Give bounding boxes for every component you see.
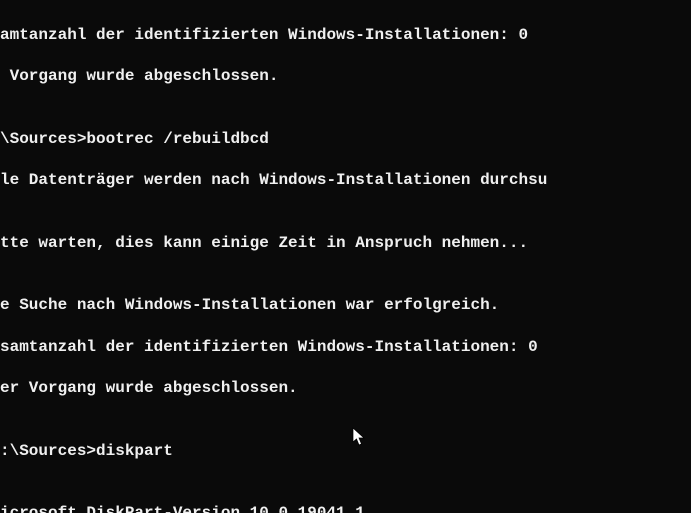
output-line: le Datenträger werden nach Windows-Insta… xyxy=(0,170,689,191)
prompt-line: :\Sources>diskpart xyxy=(0,441,689,462)
output-line: e Suche nach Windows-Installationen war … xyxy=(0,295,689,316)
prompt-line: \Sources>bootrec /rebuildbcd xyxy=(0,129,689,150)
output-line: er Vorgang wurde abgeschlossen. xyxy=(0,378,689,399)
output-line: samtanzahl der identifizierten Windows-I… xyxy=(0,337,689,358)
output-line: icrosoft DiskPart-Version 10.0.19041.1 xyxy=(0,503,689,513)
output-line: amtanzahl der identifizierten Windows-In… xyxy=(0,25,689,46)
output-line: Vorgang wurde abgeschlossen. xyxy=(0,66,689,87)
output-line: tte warten, dies kann einige Zeit in Ans… xyxy=(0,233,689,254)
terminal-output[interactable]: amtanzahl der identifizierten Windows-In… xyxy=(0,0,691,513)
